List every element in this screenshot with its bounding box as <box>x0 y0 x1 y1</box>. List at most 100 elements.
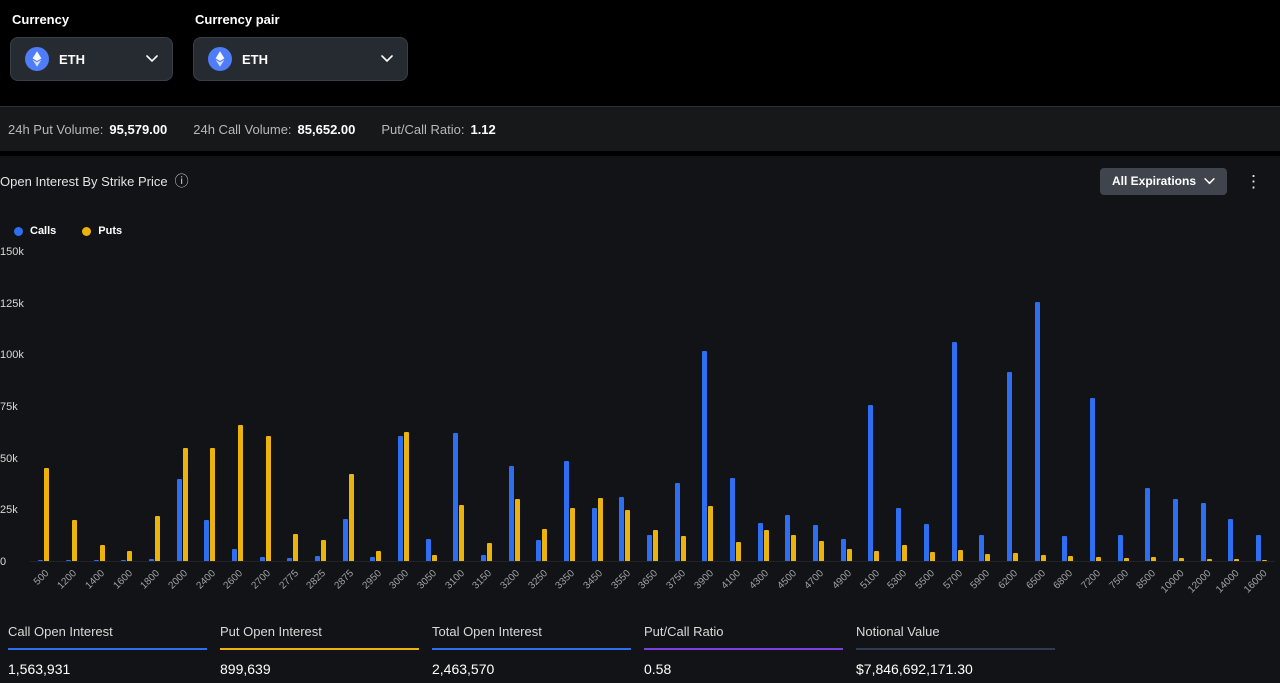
bar-group[interactable]: 2700 <box>251 252 279 561</box>
calls-bar[interactable] <box>868 405 873 561</box>
bar-group[interactable]: 5300 <box>888 252 916 561</box>
puts-bar[interactable] <box>515 499 520 561</box>
bar-group[interactable]: 3650 <box>639 252 667 561</box>
puts-bar[interactable] <box>874 551 879 561</box>
puts-bar[interactable] <box>100 545 105 561</box>
calls-bar[interactable] <box>1201 503 1206 561</box>
bar-group[interactable]: 2875 <box>334 252 362 561</box>
calls-bar[interactable] <box>1007 372 1012 562</box>
calls-bar[interactable] <box>1118 535 1123 561</box>
puts-bar[interactable] <box>1068 556 1073 561</box>
bar-group[interactable]: 500 <box>30 252 58 561</box>
bar-group[interactable]: 1400 <box>85 252 113 561</box>
calls-bar[interactable] <box>841 539 846 561</box>
puts-bar[interactable] <box>432 555 437 561</box>
bar-group[interactable]: 3200 <box>500 252 528 561</box>
bar-group[interactable]: 2825 <box>307 252 335 561</box>
puts-bar[interactable] <box>958 550 963 561</box>
calls-bar[interactable] <box>287 558 292 561</box>
puts-bar[interactable] <box>404 432 409 561</box>
calls-bar[interactable] <box>232 549 237 561</box>
bar-group[interactable]: 16000 <box>1248 252 1276 561</box>
puts-bar[interactable] <box>736 542 741 561</box>
puts-bar[interactable] <box>653 530 658 561</box>
calls-bar[interactable] <box>343 519 348 561</box>
bar-group[interactable]: 6500 <box>1026 252 1054 561</box>
puts-bar[interactable] <box>791 535 796 561</box>
puts-bar[interactable] <box>72 520 77 561</box>
calls-bar[interactable] <box>204 520 209 561</box>
puts-bar[interactable] <box>1096 557 1101 561</box>
calls-bar[interactable] <box>702 351 707 561</box>
puts-bar[interactable] <box>764 530 769 561</box>
calls-bar[interactable] <box>121 560 126 561</box>
puts-bar[interactable] <box>542 529 547 561</box>
bar-group[interactable]: 1600 <box>113 252 141 561</box>
calls-bar[interactable] <box>398 436 403 561</box>
calls-bar[interactable] <box>813 525 818 561</box>
calls-bar[interactable] <box>94 560 99 561</box>
bar-group[interactable]: 2000 <box>168 252 196 561</box>
info-icon[interactable]: ⓘ <box>175 174 189 188</box>
bar-group[interactable]: 3450 <box>583 252 611 561</box>
puts-bar[interactable] <box>127 551 132 561</box>
bar-group[interactable]: 7200 <box>1082 252 1110 561</box>
puts-bar[interactable] <box>266 436 271 561</box>
bar-group[interactable]: 12000 <box>1192 252 1220 561</box>
puts-bar[interactable] <box>902 545 907 561</box>
bar-group[interactable]: 5100 <box>860 252 888 561</box>
calls-bar[interactable] <box>38 560 43 561</box>
calls-bar[interactable] <box>730 478 735 561</box>
bar-group[interactable]: 14000 <box>1220 252 1248 561</box>
bar-group[interactable]: 3550 <box>611 252 639 561</box>
bar-group[interactable]: 5500 <box>916 252 944 561</box>
puts-bar[interactable] <box>183 448 188 561</box>
calls-bar[interactable] <box>481 555 486 561</box>
calls-bar[interactable] <box>453 433 458 561</box>
bar-group[interactable]: 2600 <box>224 252 252 561</box>
bar-group[interactable]: 6800 <box>1054 252 1082 561</box>
calls-bar[interactable] <box>896 508 901 561</box>
calls-bar[interactable] <box>149 559 154 561</box>
puts-bar[interactable] <box>598 498 603 561</box>
puts-bar[interactable] <box>1013 553 1018 561</box>
puts-bar[interactable] <box>847 549 852 561</box>
puts-bar[interactable] <box>487 543 492 561</box>
puts-bar[interactable] <box>1041 555 1046 561</box>
calls-bar[interactable] <box>370 557 375 561</box>
bar-group[interactable]: 10000 <box>1165 252 1193 561</box>
puts-bar[interactable] <box>985 554 990 561</box>
bar-group[interactable]: 3750 <box>666 252 694 561</box>
bar-group[interactable]: 4500 <box>777 252 805 561</box>
bar-group[interactable]: 4300 <box>749 252 777 561</box>
currency-pair-dropdown[interactable]: ETH <box>193 37 408 81</box>
puts-bar[interactable] <box>376 551 381 561</box>
legend-item-puts[interactable]: Puts <box>82 225 122 237</box>
all-expirations-button[interactable]: All Expirations <box>1100 168 1227 195</box>
bar-group[interactable]: 3900 <box>694 252 722 561</box>
puts-bar[interactable] <box>930 552 935 561</box>
calls-bar[interactable] <box>177 479 182 561</box>
puts-bar[interactable] <box>321 540 326 561</box>
puts-bar[interactable] <box>155 516 160 561</box>
bar-group[interactable]: 2950 <box>362 252 390 561</box>
puts-bar[interactable] <box>681 536 686 561</box>
bar-group[interactable]: 5700 <box>943 252 971 561</box>
calls-bar[interactable] <box>1062 536 1067 561</box>
puts-bar[interactable] <box>210 448 215 561</box>
calls-bar[interactable] <box>426 539 431 561</box>
bar-group[interactable]: 1200 <box>58 252 86 561</box>
currency-dropdown[interactable]: ETH <box>10 37 173 81</box>
bar-group[interactable]: 1800 <box>141 252 169 561</box>
bar-group[interactable]: 2775 <box>279 252 307 561</box>
kebab-menu-icon[interactable]: ⋮ <box>1237 173 1270 190</box>
bar-group[interactable]: 3100 <box>445 252 473 561</box>
puts-bar[interactable] <box>1262 560 1267 561</box>
calls-bar[interactable] <box>536 540 541 561</box>
bar-group[interactable]: 7500 <box>1109 252 1137 561</box>
puts-bar[interactable] <box>625 510 630 562</box>
calls-bar[interactable] <box>1173 499 1178 561</box>
bar-group[interactable]: 5900 <box>971 252 999 561</box>
calls-bar[interactable] <box>758 523 763 561</box>
puts-bar[interactable] <box>459 505 464 561</box>
